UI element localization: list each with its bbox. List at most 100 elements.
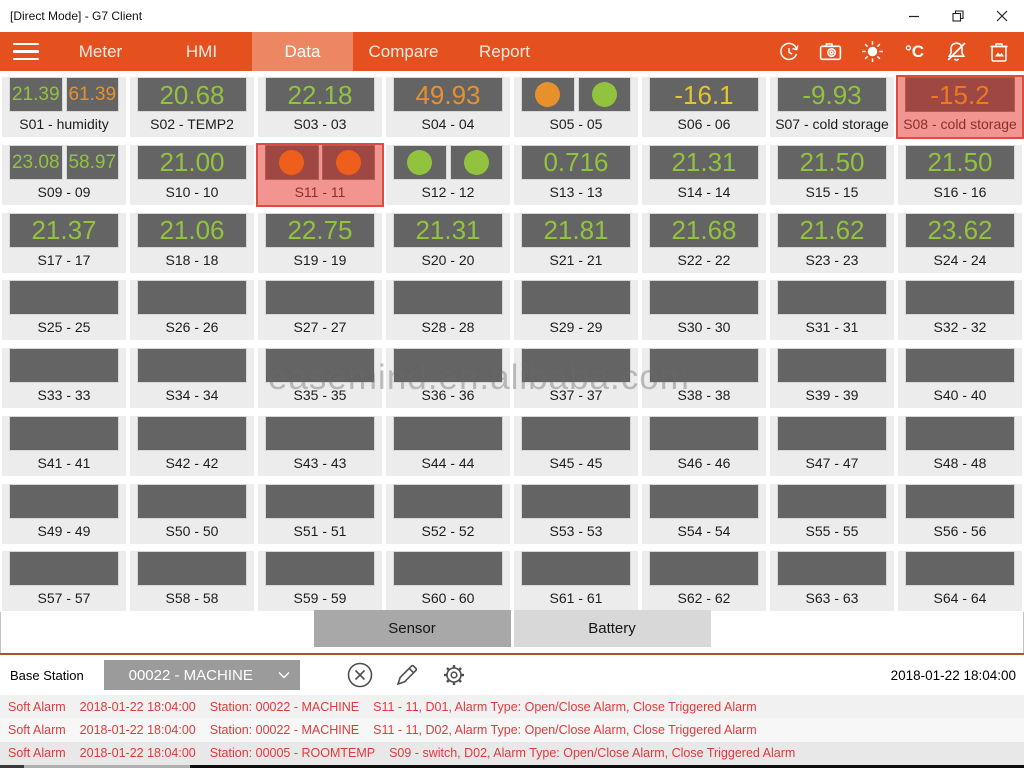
- sensor-tile-s15[interactable]: 21.50S15 - 15: [770, 145, 894, 205]
- camera-icon[interactable]: [817, 38, 844, 65]
- sensor-tile-s39[interactable]: S39 - 39: [770, 348, 894, 408]
- sensor-tile-s12[interactable]: S12 - 12: [386, 145, 510, 205]
- sensor-tile-s29[interactable]: S29 - 29: [514, 280, 638, 340]
- sensor-tile-s64[interactable]: S64 - 64: [898, 551, 1022, 611]
- sensor-tile-s06[interactable]: -16.1S06 - 06: [642, 77, 766, 137]
- sensor-tile-s54[interactable]: S54 - 54: [642, 484, 766, 544]
- sensor-tile-s36[interactable]: S36 - 36: [386, 348, 510, 408]
- value-box: [265, 145, 319, 180]
- tab-data[interactable]: Data: [252, 32, 353, 71]
- sensor-tile-s20[interactable]: 21.31S20 - 20: [386, 213, 510, 273]
- sensor-tile-s48[interactable]: S48 - 48: [898, 416, 1022, 476]
- minimize-button[interactable]: [892, 0, 936, 32]
- sensor-tile-s19[interactable]: 22.75S19 - 19: [258, 213, 382, 273]
- close-button[interactable]: [980, 0, 1024, 32]
- tab-meter[interactable]: Meter: [50, 32, 151, 71]
- sensor-tile-s08[interactable]: -15.2S08 - cold storage: [898, 77, 1022, 137]
- sensor-tile-s45[interactable]: S45 - 45: [514, 416, 638, 476]
- sensor-tile-s01[interactable]: 21.3961.39S01 - humidity: [2, 77, 126, 137]
- sensor-tile-s52[interactable]: S52 - 52: [386, 484, 510, 544]
- sensor-tile-s05[interactable]: S05 - 05: [514, 77, 638, 137]
- sensor-tile-s50[interactable]: S50 - 50: [130, 484, 254, 544]
- edit-icon[interactable]: [392, 660, 422, 690]
- sensor-tile-s37[interactable]: S37 - 37: [514, 348, 638, 408]
- nav-icon-group: °C: [775, 32, 1024, 71]
- sensor-tile-s33[interactable]: S33 - 33: [2, 348, 126, 408]
- value-box: -9.93: [777, 77, 887, 112]
- sensor-tile-s23[interactable]: 21.62S23 - 23: [770, 213, 894, 273]
- sensor-tile-s04[interactable]: 49.93S04 - 04: [386, 77, 510, 137]
- tab-report[interactable]: Report: [454, 32, 555, 71]
- history-icon[interactable]: [775, 38, 802, 65]
- sensor-tile-s49[interactable]: S49 - 49: [2, 484, 126, 544]
- sensor-tile-s21[interactable]: 21.81S21 - 21: [514, 213, 638, 273]
- sensor-tile-s24[interactable]: 23.62S24 - 24: [898, 213, 1022, 273]
- sensor-tile-s60[interactable]: S60 - 60: [386, 551, 510, 611]
- alarm-row[interactable]: Soft Alarm 2018-01-22 18:04:00 Station: …: [0, 695, 1024, 718]
- tile-label: S05 - 05: [514, 112, 638, 137]
- sensor-tile-s56[interactable]: S56 - 56: [898, 484, 1022, 544]
- value-box: [265, 348, 375, 383]
- clear-images-icon[interactable]: [985, 38, 1012, 65]
- sensor-tile-s57[interactable]: S57 - 57: [2, 551, 126, 611]
- tile-label: S15 - 15: [770, 180, 894, 205]
- sensor-tile-s46[interactable]: S46 - 46: [642, 416, 766, 476]
- celsius-unit-icon[interactable]: °C: [901, 38, 928, 65]
- sensor-tile-s51[interactable]: S51 - 51: [258, 484, 382, 544]
- base-station-dropdown[interactable]: 00022 - MACHINE: [104, 660, 300, 690]
- sensor-tile-s27[interactable]: S27 - 27: [258, 280, 382, 340]
- sensor-tile-s42[interactable]: S42 - 42: [130, 416, 254, 476]
- alarm-row[interactable]: Soft Alarm 2018-01-22 18:04:00 Station: …: [0, 742, 1024, 765]
- sensor-tile-s25[interactable]: S25 - 25: [2, 280, 126, 340]
- alarm-row[interactable]: Soft Alarm 2018-01-22 18:04:00 Station: …: [0, 718, 1024, 741]
- sensor-tile-s63[interactable]: S63 - 63: [770, 551, 894, 611]
- sensor-tile-s55[interactable]: S55 - 55: [770, 484, 894, 544]
- sensor-tile-s14[interactable]: 21.31S14 - 14: [642, 145, 766, 205]
- sensor-tile-s61[interactable]: S61 - 61: [514, 551, 638, 611]
- sensor-tile-s59[interactable]: S59 - 59: [258, 551, 382, 611]
- sensor-tile-s38[interactable]: S38 - 38: [642, 348, 766, 408]
- sensor-tile-s44[interactable]: S44 - 44: [386, 416, 510, 476]
- sensor-tile-s17[interactable]: 21.37S17 - 17: [2, 213, 126, 273]
- sensor-tile-s28[interactable]: S28 - 28: [386, 280, 510, 340]
- sensor-tile-s18[interactable]: 21.06S18 - 18: [130, 213, 254, 273]
- cancel-icon[interactable]: [345, 660, 375, 690]
- sensor-tile-s32[interactable]: S32 - 32: [898, 280, 1022, 340]
- sensor-tile-s13[interactable]: 0.716S13 - 13: [514, 145, 638, 205]
- sensor-tile-s43[interactable]: S43 - 43: [258, 416, 382, 476]
- settings-icon[interactable]: [439, 660, 469, 690]
- sensor-tile-s47[interactable]: S47 - 47: [770, 416, 894, 476]
- menu-icon[interactable]: [0, 32, 50, 71]
- sensor-tile-s02[interactable]: 20.68S02 - TEMP2: [130, 77, 254, 137]
- value-box: [905, 416, 1015, 451]
- sensor-value: 61.39: [68, 85, 116, 104]
- sensor-tile-s31[interactable]: S31 - 31: [770, 280, 894, 340]
- sensor-tile-s30[interactable]: S30 - 30: [642, 280, 766, 340]
- sensor-tile-s26[interactable]: S26 - 26: [130, 280, 254, 340]
- battery-mode-button[interactable]: Battery: [514, 610, 711, 647]
- sensor-tile-s10[interactable]: 21.00S10 - 10: [130, 145, 254, 205]
- sensor-mode-button[interactable]: Sensor: [314, 610, 511, 647]
- sensor-tile-s53[interactable]: S53 - 53: [514, 484, 638, 544]
- sensor-tile-s16[interactable]: 21.50S16 - 16: [898, 145, 1022, 205]
- sensor-tile-s35[interactable]: S35 - 35: [258, 348, 382, 408]
- tab-compare[interactable]: Compare: [353, 32, 454, 71]
- sensor-tile-s40[interactable]: S40 - 40: [898, 348, 1022, 408]
- sensor-tile-s58[interactable]: S58 - 58: [130, 551, 254, 611]
- sensor-tile-s34[interactable]: S34 - 34: [130, 348, 254, 408]
- tab-hmi[interactable]: HMI: [151, 32, 252, 71]
- sensor-tile-s03[interactable]: 22.18S03 - 03: [258, 77, 382, 137]
- maximize-button[interactable]: [936, 0, 980, 32]
- brightness-icon[interactable]: [859, 38, 886, 65]
- value-box: 21.31: [393, 213, 503, 248]
- sensor-tile-s09[interactable]: 23.0858.97S09 - 09: [2, 145, 126, 205]
- sensor-tile-s22[interactable]: 21.68S22 - 22: [642, 213, 766, 273]
- mute-alerts-icon[interactable]: [943, 38, 970, 65]
- sensor-value: 22.18: [287, 82, 352, 108]
- value-box: 21.50: [777, 145, 887, 180]
- tile-label: S18 - 18: [130, 248, 254, 273]
- sensor-tile-s11[interactable]: S11 - 11: [258, 145, 382, 205]
- sensor-tile-s62[interactable]: S62 - 62: [642, 551, 766, 611]
- sensor-tile-s41[interactable]: S41 - 41: [2, 416, 126, 476]
- sensor-tile-s07[interactable]: -9.93S07 - cold storage: [770, 77, 894, 137]
